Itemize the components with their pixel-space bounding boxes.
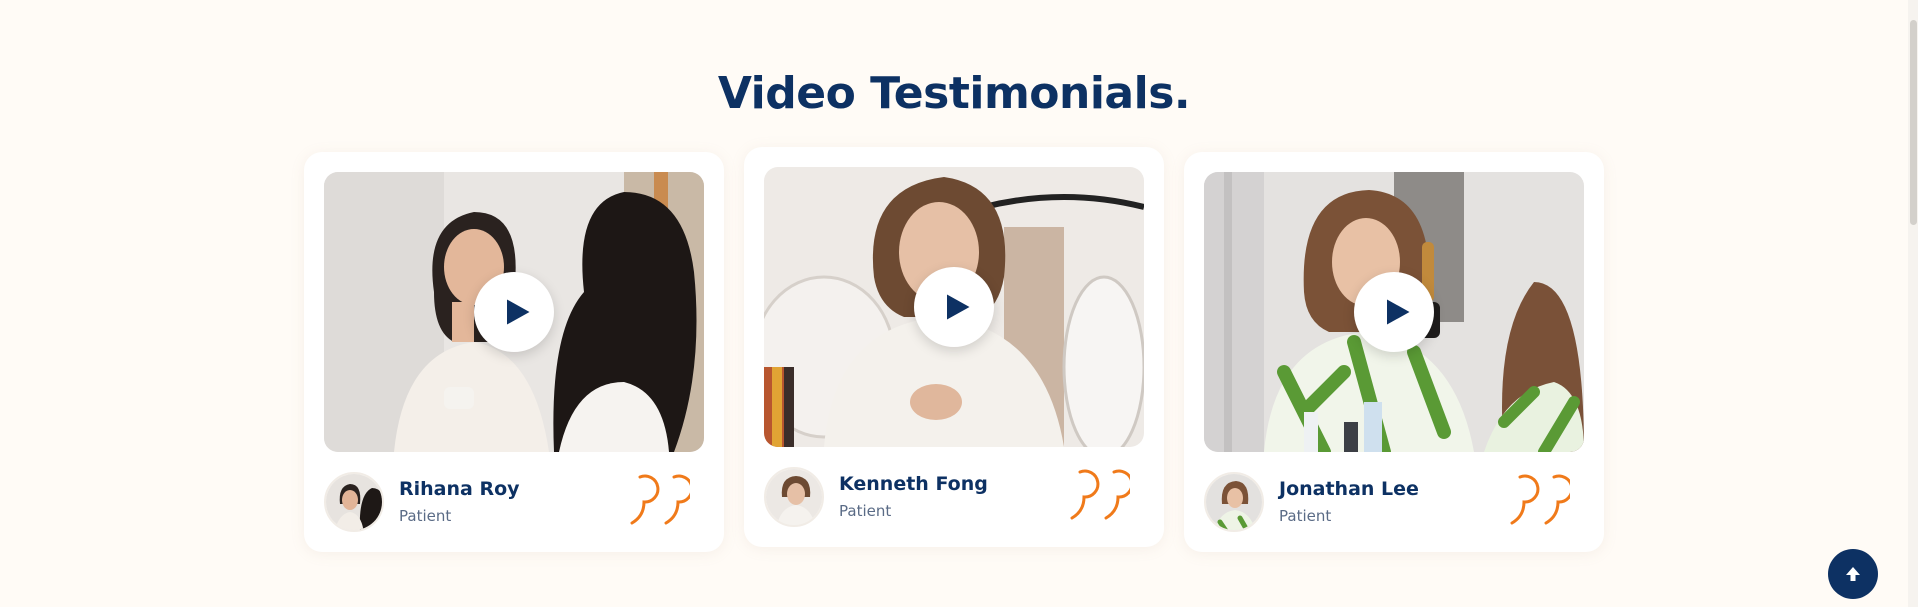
avatar bbox=[764, 467, 824, 527]
quote-icon bbox=[1510, 474, 1570, 525]
play-button[interactable] bbox=[914, 267, 994, 347]
section-title: Video Testimonials. bbox=[717, 68, 1191, 119]
video-thumbnail[interactable] bbox=[1204, 172, 1584, 452]
author-role: Patient bbox=[839, 502, 892, 520]
testimonial-author: Kenneth Fong Patient bbox=[764, 467, 1144, 527]
play-icon bbox=[506, 299, 529, 325]
video-thumbnail[interactable] bbox=[324, 172, 704, 452]
testimonial-author: Rihana Roy Patient bbox=[324, 472, 704, 532]
author-role: Patient bbox=[399, 507, 452, 525]
avatar bbox=[1204, 472, 1264, 532]
play-button[interactable] bbox=[474, 272, 554, 352]
quote-icon bbox=[630, 474, 690, 525]
author-name: Kenneth Fong bbox=[839, 473, 988, 495]
scrollbar-thumb[interactable] bbox=[1910, 20, 1917, 225]
avatar bbox=[324, 472, 384, 532]
author-role: Patient bbox=[1279, 507, 1332, 525]
author-name: Jonathan Lee bbox=[1279, 478, 1419, 500]
back-to-top-button[interactable] bbox=[1828, 549, 1878, 599]
video-thumbnail[interactable] bbox=[764, 167, 1144, 447]
play-icon bbox=[1386, 299, 1409, 325]
quote-icon bbox=[1070, 469, 1130, 520]
author-name: Rihana Roy bbox=[399, 478, 520, 500]
testimonial-card: Rihana Roy Patient bbox=[304, 152, 724, 552]
testimonial-card: Jonathan Lee Patient bbox=[1184, 152, 1604, 552]
play-icon bbox=[946, 294, 969, 320]
testimonial-card: Kenneth Fong Patient bbox=[744, 147, 1164, 547]
testimonial-author: Jonathan Lee Patient bbox=[1204, 472, 1584, 532]
arrow-up-icon bbox=[1846, 567, 1860, 581]
play-button[interactable] bbox=[1354, 272, 1434, 352]
